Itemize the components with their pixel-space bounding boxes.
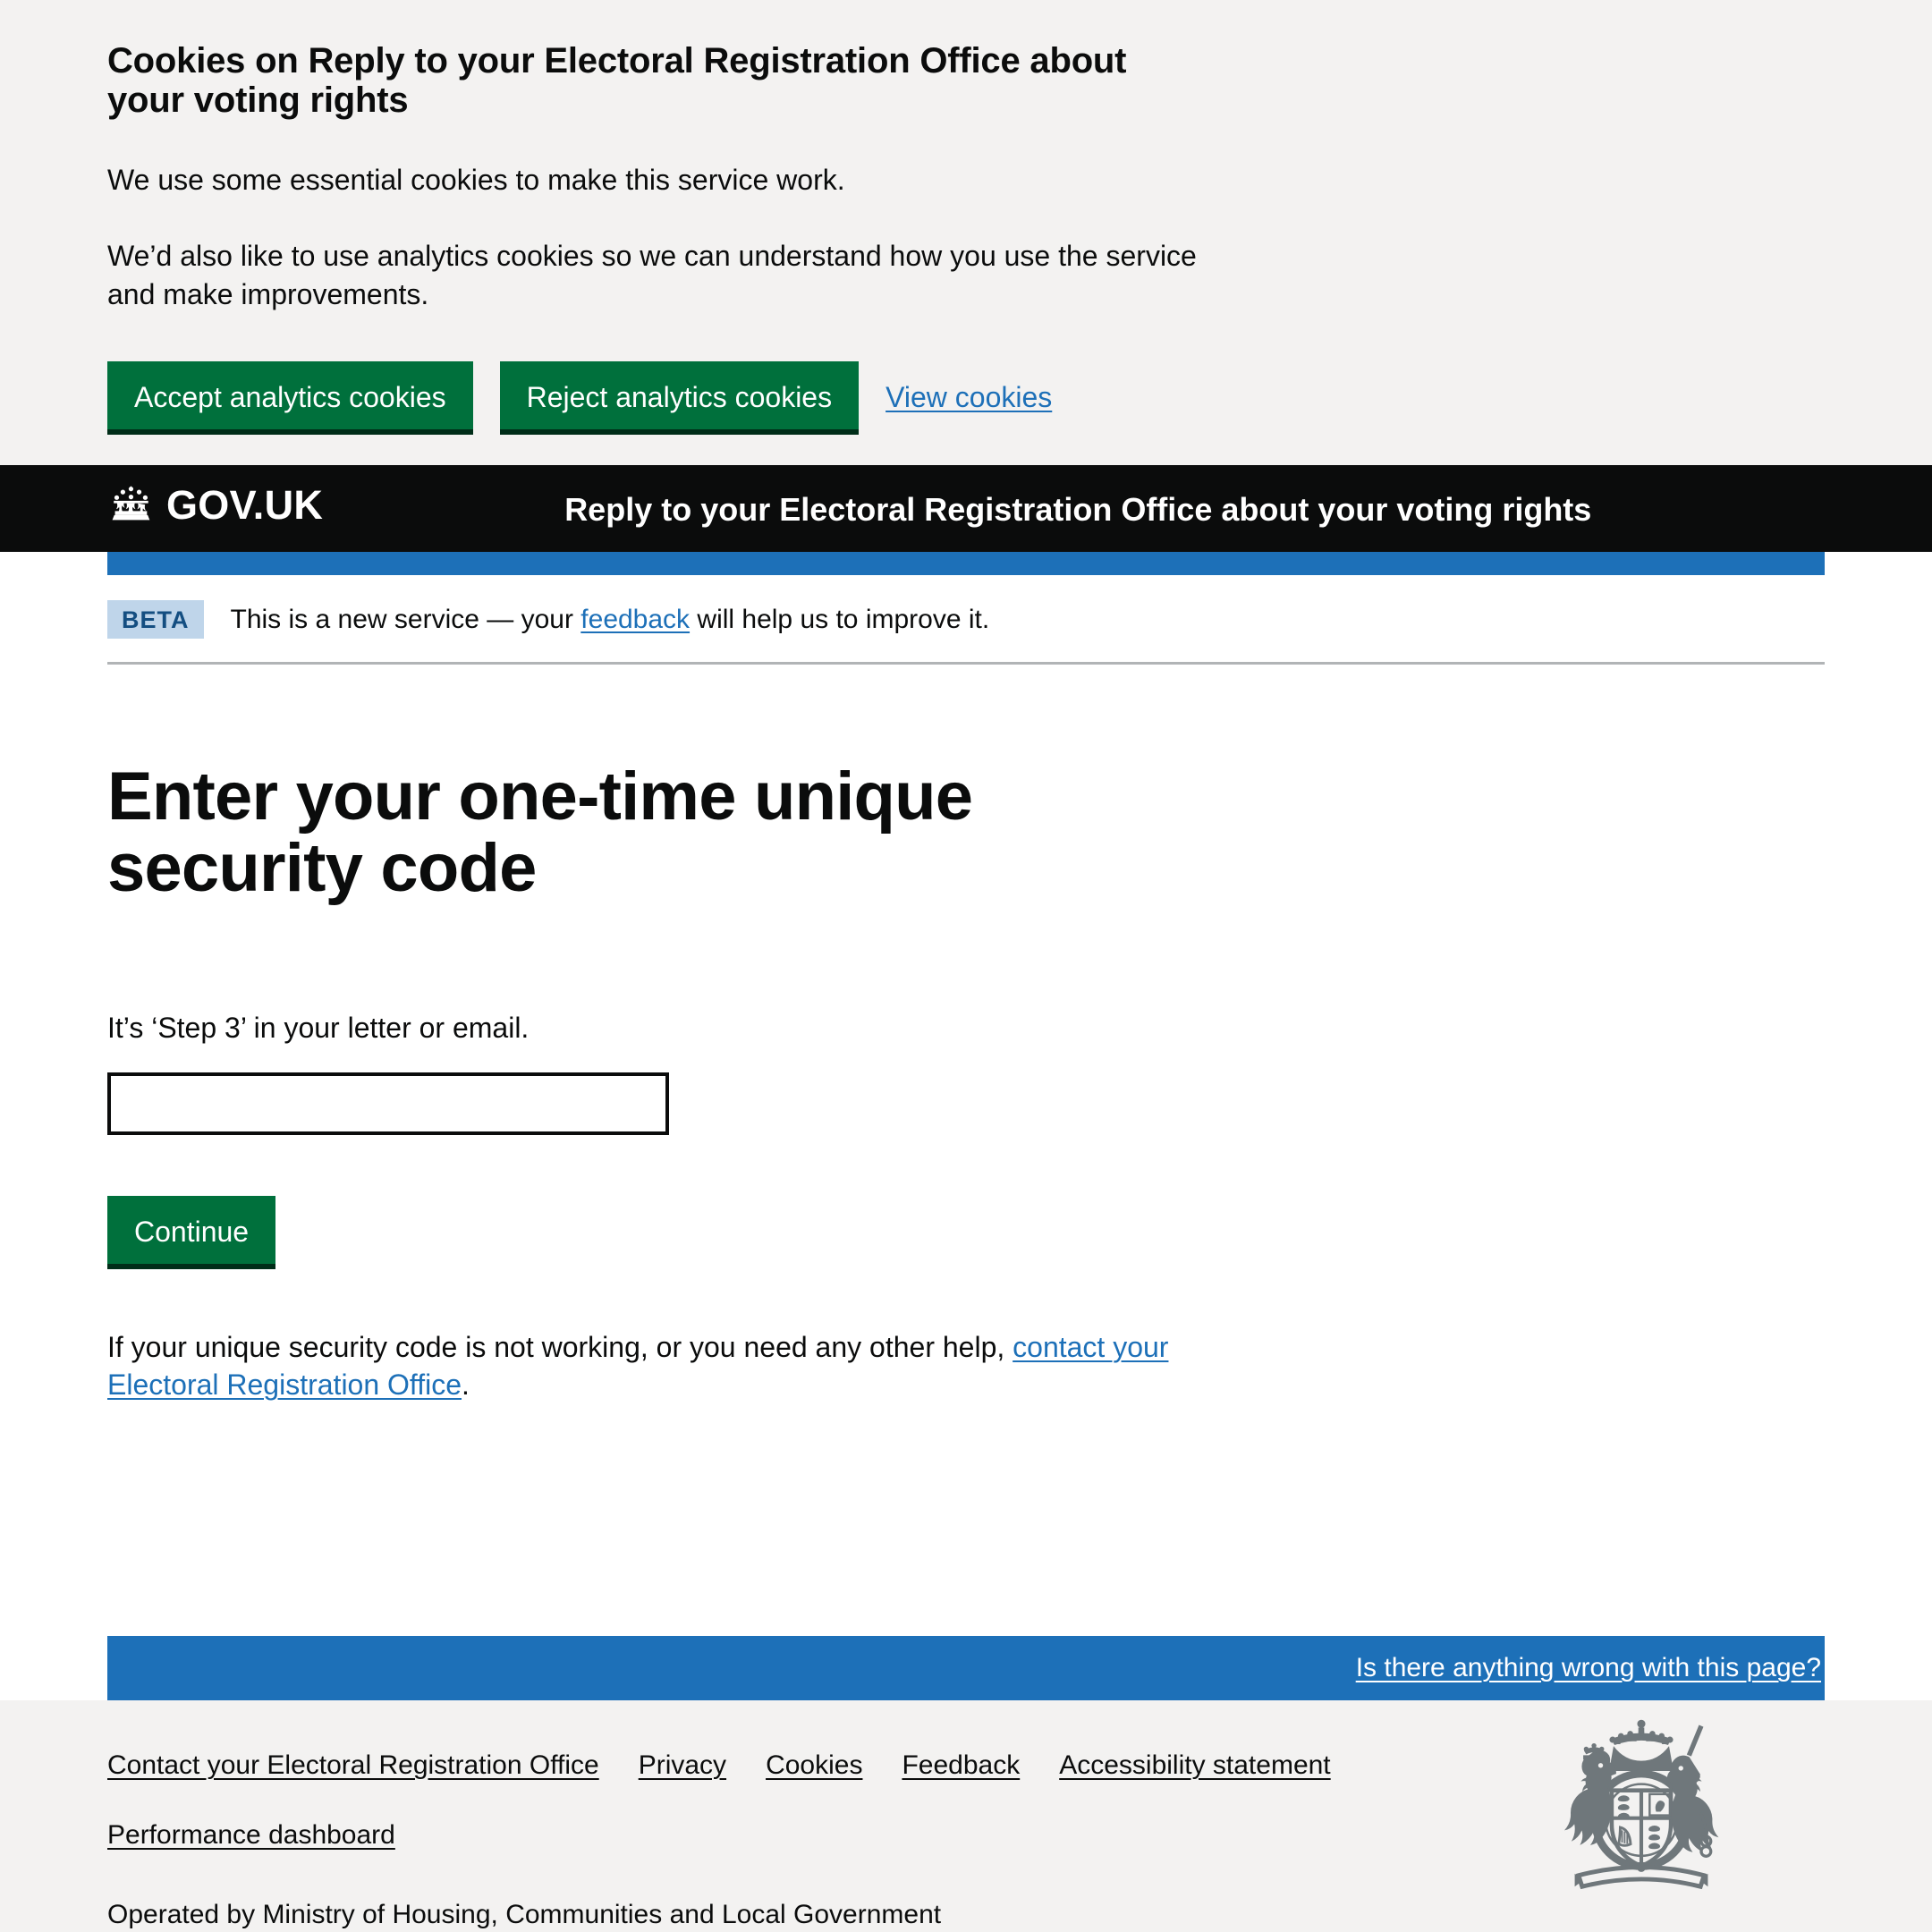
govuk-logo-link[interactable]: GOV.UK [107,485,323,525]
report-problem-link[interactable]: Is there anything wrong with this page? [1356,1653,1821,1683]
footer-link-privacy[interactable]: Privacy [639,1750,726,1781]
help-text-after: . [462,1368,470,1401]
continue-button[interactable]: Continue [107,1195,276,1269]
cookie-banner: Cookies on Reply to your Electoral Regis… [0,0,1932,465]
footer-links: Contact your Electoral Registration Offi… [107,1750,1449,1851]
security-code-input[interactable] [107,1072,669,1135]
govuk-wordmark: GOV.UK [166,481,324,528]
royal-coat-of-arms-icon [1530,1716,1753,1909]
feedback-banner: Is there anything wrong with this page? [107,1636,1825,1700]
footer-link-contact-ero[interactable]: Contact your Electoral Registration Offi… [107,1750,599,1781]
cookie-banner-paragraph-1: We use some essential cookies to make th… [107,164,845,196]
phase-text-before: This is a new service — your [230,605,581,635]
blue-accent-bar [107,552,1825,576]
footer-link-accessibility-statement[interactable]: Accessibility statement [1059,1750,1330,1781]
main-content: Enter your one-time unique security code… [107,665,1825,1554]
footer-link-cookies[interactable]: Cookies [766,1750,862,1781]
feedback-link[interactable]: feedback [580,605,690,634]
phase-banner-text: This is a new service — your feedback wi… [231,602,990,637]
cookie-banner-paragraph-2: We’d also like to use analytics cookies … [107,240,1197,311]
view-cookies-link[interactable]: View cookies [886,361,1052,411]
footer-link-feedback[interactable]: Feedback [902,1750,1020,1781]
phase-banner: BETA This is a new service — your feedba… [107,575,1825,665]
accept-analytics-cookies-button[interactable]: Accept analytics cookies [107,360,473,435]
cookie-banner-title: Cookies on Reply to your Electoral Regis… [107,41,1127,120]
phase-text-after: will help us to improve it. [690,605,990,635]
govuk-header: GOV.UK Reply to your Electoral Registrat… [0,464,1932,553]
reject-analytics-cookies-button[interactable]: Reject analytics cookies [499,360,860,435]
crown-icon [107,485,156,524]
help-text-before: If your unique security code is not work… [107,1330,1013,1363]
cookie-banner-actions: Accept analytics cookies Reject analytic… [107,360,1270,435]
service-name: Reply to your Electoral Registration Off… [564,490,1592,528]
page-root: Cookies on Reply to your Electoral Regis… [0,0,1932,1932]
page-title: Enter your one-time unique security code [107,758,973,907]
page-footer: Contact your Electoral Registration Offi… [0,1700,1932,1932]
beta-tag: BETA [107,600,204,640]
security-code-hint: It’s ‘Step 3’ in your letter or email. [107,1012,530,1045]
help-text: If your unique security code is not work… [107,1328,1234,1403]
footer-link-performance-dashboard[interactable]: Performance dashboard [107,1820,395,1851]
